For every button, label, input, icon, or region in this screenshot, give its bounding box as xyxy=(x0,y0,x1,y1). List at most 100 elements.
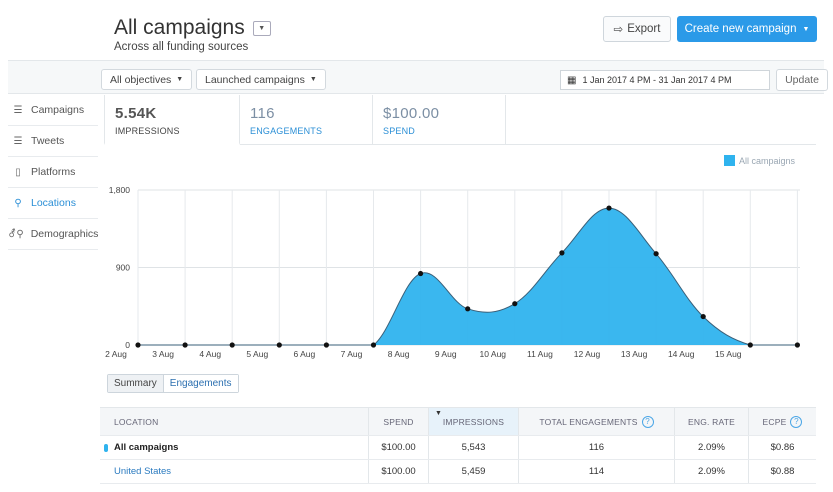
data-point[interactable] xyxy=(653,251,659,257)
title-dropdown-button[interactable]: ▼ xyxy=(252,20,271,36)
campaign-status-label: Launched campaigns xyxy=(205,73,305,86)
locations-table: LOCATION SPEND ▼ IMPRESSIONS TOTAL ENGAG… xyxy=(100,407,816,484)
y-tick-label: 900 xyxy=(116,263,130,273)
col-header-location[interactable]: LOCATION xyxy=(114,408,158,435)
update-button[interactable]: Update xyxy=(776,69,828,91)
data-point[interactable] xyxy=(465,306,471,312)
campaign-status-dropdown[interactable]: Launched campaigns ▼ xyxy=(196,69,326,90)
location-pin-icon: ⚲ xyxy=(14,197,22,209)
row-location: United States xyxy=(114,460,171,483)
list-icon: ☰ xyxy=(13,104,23,116)
sort-desc-icon: ▼ xyxy=(435,410,443,417)
objectives-label: All objectives xyxy=(110,73,172,86)
x-tick-label: 9 Aug xyxy=(435,349,457,359)
data-point[interactable] xyxy=(135,342,141,348)
tab-engagements[interactable]: 116 ENGAGEMENTS xyxy=(240,95,373,145)
page-subtitle: Across all funding sources xyxy=(114,41,249,53)
data-point[interactable] xyxy=(182,342,188,348)
col-header-spend[interactable]: SPEND xyxy=(368,408,428,435)
row-eng-rate: 2.09% xyxy=(674,436,748,459)
chevron-down-icon: ▼ xyxy=(802,25,810,33)
row-engagements: 116 xyxy=(518,436,674,459)
row-impressions: 5,459 xyxy=(428,460,518,483)
date-range-input[interactable]: ▦ 1 Jan 2017 4 PM - 31 Jan 2017 4 PM xyxy=(560,70,770,90)
sidebar-item-demographics[interactable]: ⚦⚲ Demographics xyxy=(8,219,98,250)
x-tick-label: 10 Aug xyxy=(480,349,507,359)
sidebar-item-label: Campaigns xyxy=(31,104,85,116)
data-point[interactable] xyxy=(559,250,565,256)
x-tick-label: 15 Aug xyxy=(715,349,742,359)
y-tick-label: 1,800 xyxy=(109,185,131,195)
metric-label: IMPRESSIONS xyxy=(115,126,180,136)
row-impressions: 5,543 xyxy=(428,436,518,459)
data-point[interactable] xyxy=(418,270,424,277)
sidebar-item-locations[interactable]: ⚲ Locations xyxy=(8,188,98,219)
row-location: All campaigns xyxy=(104,436,178,459)
x-tick-label: 8 Aug xyxy=(388,349,410,359)
data-point[interactable] xyxy=(323,342,329,348)
export-button[interactable]: ⇨ Export xyxy=(603,16,671,42)
x-tick-label: 2 Aug xyxy=(105,349,127,359)
data-point[interactable] xyxy=(229,342,235,348)
col-header-total-engagements[interactable]: TOTAL ENGAGEMENTS ? xyxy=(518,408,674,435)
view-toggle-group: Summary Engagements xyxy=(107,374,239,393)
col-header-impressions[interactable]: ▼ IMPRESSIONS xyxy=(428,408,518,435)
x-tick-label: 5 Aug xyxy=(246,349,268,359)
help-icon[interactable]: ? xyxy=(641,415,654,428)
row-engagements: 114 xyxy=(518,460,674,483)
objectives-dropdown[interactable]: All objectives ▼ xyxy=(101,69,193,90)
col-header-total-engagements-label: TOTAL ENGAGEMENTS xyxy=(539,416,638,427)
x-tick-label: 3 Aug xyxy=(152,349,174,359)
sidebar: ☰ Campaigns ☰ Tweets ▯ Platforms ⚲ Locat… xyxy=(8,95,98,250)
create-campaign-button[interactable]: Create new campaign ▼ xyxy=(677,16,817,42)
sidebar-item-label: Demographics xyxy=(30,228,99,240)
sidebar-item-label: Tweets xyxy=(31,135,65,147)
table-header-row: LOCATION SPEND ▼ IMPRESSIONS TOTAL ENGAG… xyxy=(100,407,816,436)
table-row[interactable]: All campaigns $100.00 5,543 116 2.09% $0… xyxy=(100,436,816,460)
data-point[interactable] xyxy=(606,205,612,211)
sidebar-item-label: Locations xyxy=(31,197,76,209)
engagements-toggle[interactable]: Engagements xyxy=(162,375,238,392)
x-tick-label: 7 Aug xyxy=(341,349,363,359)
row-spend: $100.00 xyxy=(368,436,428,459)
metric-tabs: 5.54K IMPRESSIONS 116 ENGAGEMENTS $100.0… xyxy=(104,95,816,145)
tab-impressions[interactable]: 5.54K IMPRESSIONS xyxy=(104,95,240,145)
page-title-text: All campaigns xyxy=(114,16,245,39)
metric-value: 116 xyxy=(250,105,275,122)
sidebar-item-campaigns[interactable]: ☰ Campaigns xyxy=(8,95,98,126)
table-row[interactable]: United States $100.00 5,459 114 2.09% $0… xyxy=(100,460,816,484)
legend-swatch xyxy=(724,155,735,166)
metric-value: $100.00 xyxy=(383,105,440,122)
col-header-ecpe[interactable]: ECPE ? xyxy=(748,408,816,435)
col-header-eng-rate[interactable]: ENG. RATE xyxy=(674,408,748,435)
col-header-ecpe-label: ECPE xyxy=(762,416,787,427)
data-point[interactable] xyxy=(370,342,377,348)
export-label: Export xyxy=(627,23,661,35)
create-campaign-label: Create new campaign xyxy=(684,23,797,35)
data-point[interactable] xyxy=(747,342,753,348)
series-marker xyxy=(104,443,108,452)
row-ecpe: $0.88 xyxy=(748,460,816,483)
sidebar-item-tweets[interactable]: ☰ Tweets xyxy=(8,126,98,157)
tab-spend[interactable]: $100.00 SPEND xyxy=(373,95,506,145)
device-icon: ▯ xyxy=(15,166,21,178)
x-tick-label: 4 Aug xyxy=(199,349,221,359)
row-location-link[interactable]: United States xyxy=(114,466,171,477)
data-point[interactable] xyxy=(794,342,801,348)
x-tick-label: 12 Aug xyxy=(574,349,601,359)
sidebar-item-platforms[interactable]: ▯ Platforms xyxy=(8,157,98,188)
data-point[interactable] xyxy=(700,313,706,320)
impressions-area-chart: 1,80090002 Aug 3 Aug 4 Aug 5 Aug 6 Aug 7 Aug 8… xyxy=(105,185,801,359)
help-icon[interactable]: ? xyxy=(790,415,803,428)
chevron-down-icon: ▼ xyxy=(176,76,184,83)
data-point[interactable] xyxy=(276,342,282,348)
row-eng-rate: 2.09% xyxy=(674,460,748,483)
metric-value: 5.54K xyxy=(115,105,157,122)
summary-toggle[interactable]: Summary xyxy=(108,375,163,392)
chart-legend: All campaigns xyxy=(724,155,795,166)
x-tick-label: 13 Aug xyxy=(621,349,648,359)
calendar-icon: ▦ xyxy=(567,74,577,86)
row-spend: $100.00 xyxy=(368,460,428,483)
data-point[interactable] xyxy=(512,301,518,307)
demographics-icon: ⚦⚲ xyxy=(8,228,24,240)
